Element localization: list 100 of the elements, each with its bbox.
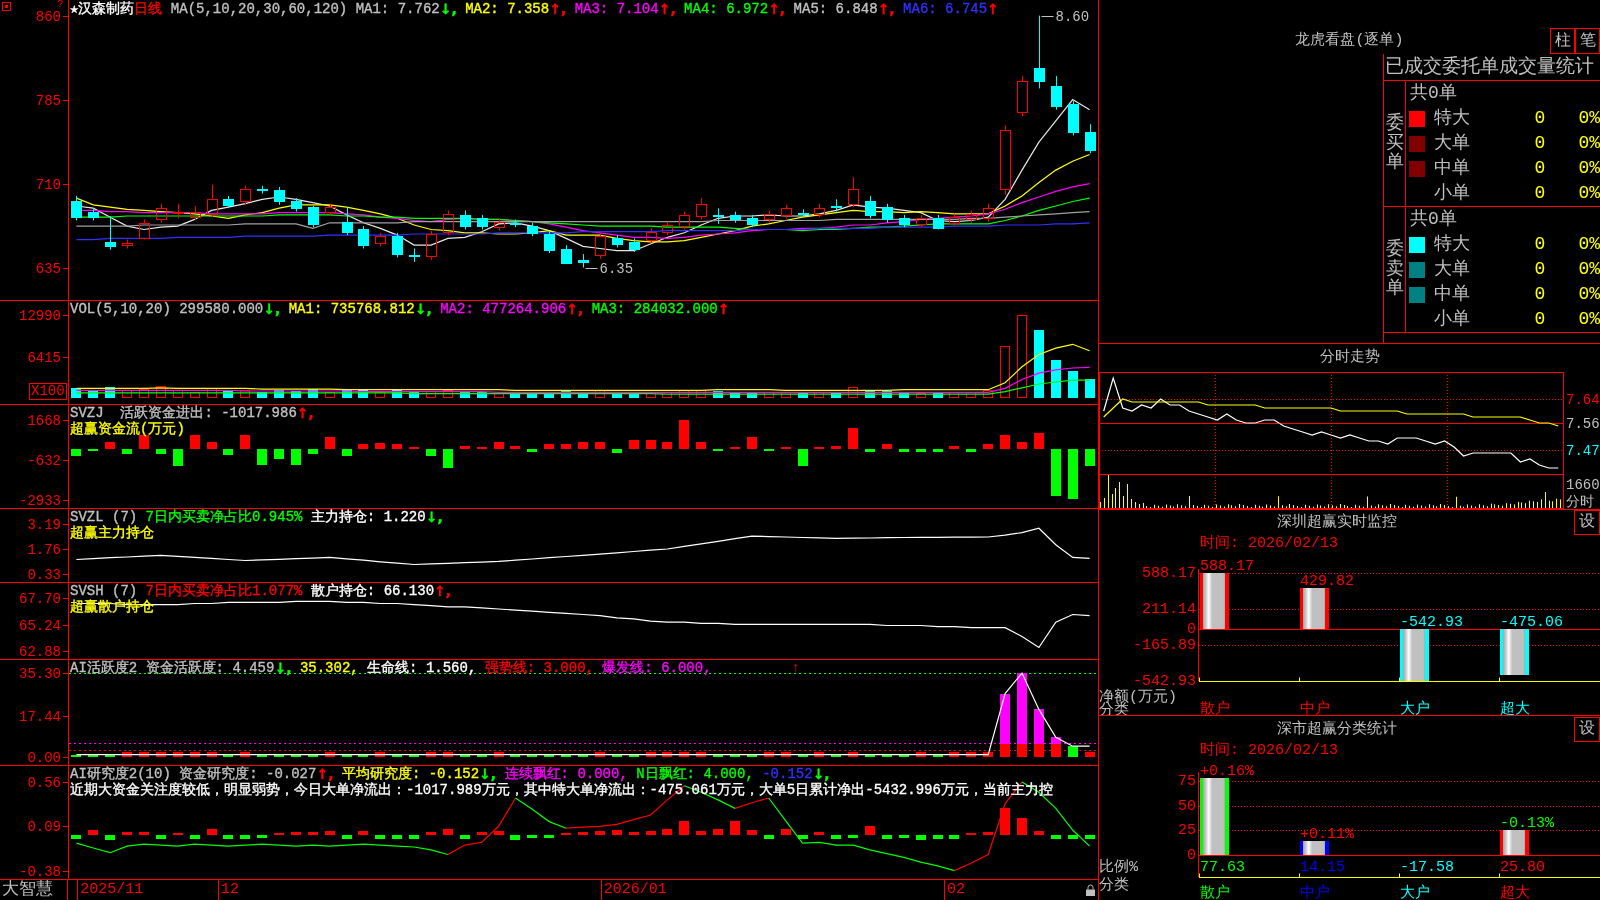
axis-label: 75 — [1178, 773, 1196, 790]
axis-label: -165.89 — [1133, 637, 1196, 654]
row-label: 小单 — [1434, 182, 1470, 205]
axis-label: 67.70 — [19, 590, 61, 607]
axis-title: 分类 — [1099, 877, 1129, 894]
value-label: -17.58 — [1400, 859, 1454, 876]
legend-text: ↑, — [549, 1, 567, 17]
axis-label: 0 — [1187, 847, 1196, 864]
axis-label: -632 — [27, 452, 61, 469]
legend-text: AI研究度2(10) 资金研究度: -0.027 — [70, 766, 317, 782]
panel-title: 深市超赢分类统计 — [1276, 720, 1397, 738]
legend-text: MA2: 477264.906 — [439, 301, 567, 317]
axis-label: 0.00 — [27, 749, 61, 765]
axis-label: 17.44 — [19, 708, 61, 725]
percent-value: 0% — [1578, 308, 1600, 331]
legend-text: ↑, — [566, 301, 584, 317]
legend-text: ↓, — [439, 1, 457, 17]
percent-value: 0% — [1578, 132, 1600, 155]
legend-text: 主力持仓: 1.220 — [309, 509, 426, 525]
legend-text: ↑, — [768, 1, 786, 17]
row-label: 特大 — [1434, 233, 1470, 256]
axis-label: 1.76 — [27, 541, 61, 558]
axis-label: 6415 — [27, 349, 61, 366]
legend-text: ↓, — [263, 301, 281, 317]
price-label: 8.60 — [1055, 8, 1090, 25]
legend-text: ↓, — [479, 766, 497, 782]
axis-label: 0.09 — [27, 818, 61, 835]
axis-label: 25 — [1178, 822, 1196, 839]
category-label: 散户 — [1200, 701, 1230, 715]
legend-text: AI活跃度2 资金活跃度: 4.459 — [70, 660, 275, 676]
legend-text: ↑ — [987, 1, 999, 17]
legend-text: MA4: 6.972 — [683, 1, 769, 17]
legend-text: MA(5,10,20,30,60,120) MA1: 7.762 — [169, 1, 440, 17]
value-label: -475.06 — [1500, 614, 1563, 632]
brand-label: 大智慧 — [2, 880, 53, 899]
category-label: 中户 — [1300, 885, 1330, 900]
question-mark: ? — [57, 0, 64, 10]
percent-value: 0% — [1578, 233, 1600, 256]
legend-text: 平均研究度: -0.152 — [340, 766, 480, 782]
row-label: 大单 — [1434, 132, 1470, 155]
value-label: 77.63 — [1200, 859, 1245, 876]
row-label: 中单 — [1434, 283, 1470, 306]
legend-text: MA2: 7.358 — [464, 1, 550, 17]
legend-text: ↑, — [316, 766, 334, 782]
axis-caption: 分时 — [1566, 494, 1594, 509]
axis-label: 0.33 — [27, 566, 61, 582]
axis-label: 7.56 — [1566, 415, 1600, 432]
change-label: -0.13% — [1500, 814, 1554, 832]
legend-text: SVZJ 活跃资金进出: -1017.986 — [70, 405, 297, 421]
legend-text: 生命线: 1.560, — [366, 660, 477, 676]
count-value: 0 — [1534, 258, 1546, 281]
axis-label: 588.17 — [1142, 565, 1196, 582]
row-label: 小单 — [1434, 308, 1470, 331]
count-value: 0 — [1534, 283, 1546, 306]
axis-label: 65.24 — [19, 617, 61, 634]
legend-text: ↑ — [717, 301, 730, 317]
legend-text: ↑, — [296, 405, 314, 421]
legend-text: MA3: 7.104 — [573, 1, 659, 17]
percent-value: 0% — [1578, 157, 1600, 180]
category-label: 超大 — [1500, 885, 1530, 900]
axis-label: 710 — [35, 176, 61, 193]
legend-text: ↑, — [434, 583, 452, 599]
legend-text: ↑, — [877, 1, 895, 17]
arrow-label: ↑ — [791, 660, 800, 676]
table-title: 已成交委托单成交量统计 — [1384, 54, 1600, 81]
axis-title: 比例% — [1099, 859, 1138, 876]
count-value: 0 — [1534, 182, 1546, 205]
panel-title: 分时走势 — [1319, 349, 1380, 366]
row-label: 中单 — [1434, 157, 1470, 180]
category-label: 中户 — [1300, 701, 1330, 715]
axis-label: 860 — [35, 8, 61, 25]
panel-title: 深圳超赢实时监控 — [1276, 514, 1397, 531]
date-label: 2025/11 — [77, 880, 144, 900]
axis-label: 62.88 — [19, 643, 61, 659]
percent-value: 0% — [1578, 283, 1600, 306]
group-label: 委买单 — [1385, 113, 1404, 174]
value-label: 14.15 — [1300, 859, 1345, 876]
row-label: 特大 — [1434, 107, 1470, 130]
total-count: 共0单 — [1410, 82, 1457, 105]
axis-label: -2933 — [19, 492, 61, 508]
total-count: 共0单 — [1410, 208, 1457, 231]
legend-text: ★汉森制药 — [70, 1, 135, 17]
legend-text: 7日内买卖净占比0.945% — [144, 509, 303, 525]
legend-text: 连续飘红: 0.000, — [503, 766, 628, 782]
legend-text: ↓, — [425, 509, 443, 525]
legend-text: 7日内买卖净占比1.077% — [144, 583, 303, 599]
legend-text: N日飘红: 4.000, — [635, 766, 754, 782]
legend-text: 超赢资金流(万元) — [70, 421, 185, 437]
legend-text: ↓, — [812, 766, 830, 782]
legend-text: MA5: 6.848 — [792, 1, 878, 17]
legend-text: SVSH (7) — [70, 583, 138, 599]
axis-label: 1660 — [1566, 477, 1600, 493]
row-label: 大单 — [1434, 258, 1470, 281]
group-label: 委卖单 — [1385, 239, 1404, 300]
time-label: 时间: 2026/02/13 — [1200, 535, 1339, 552]
axis-label: 7.47 — [1566, 442, 1600, 459]
count-value: 0 — [1534, 233, 1546, 256]
category-label: 超大 — [1500, 701, 1530, 715]
value-label: 429.82 — [1300, 573, 1354, 591]
legend-text: 强势线: 3.000, — [483, 660, 594, 676]
